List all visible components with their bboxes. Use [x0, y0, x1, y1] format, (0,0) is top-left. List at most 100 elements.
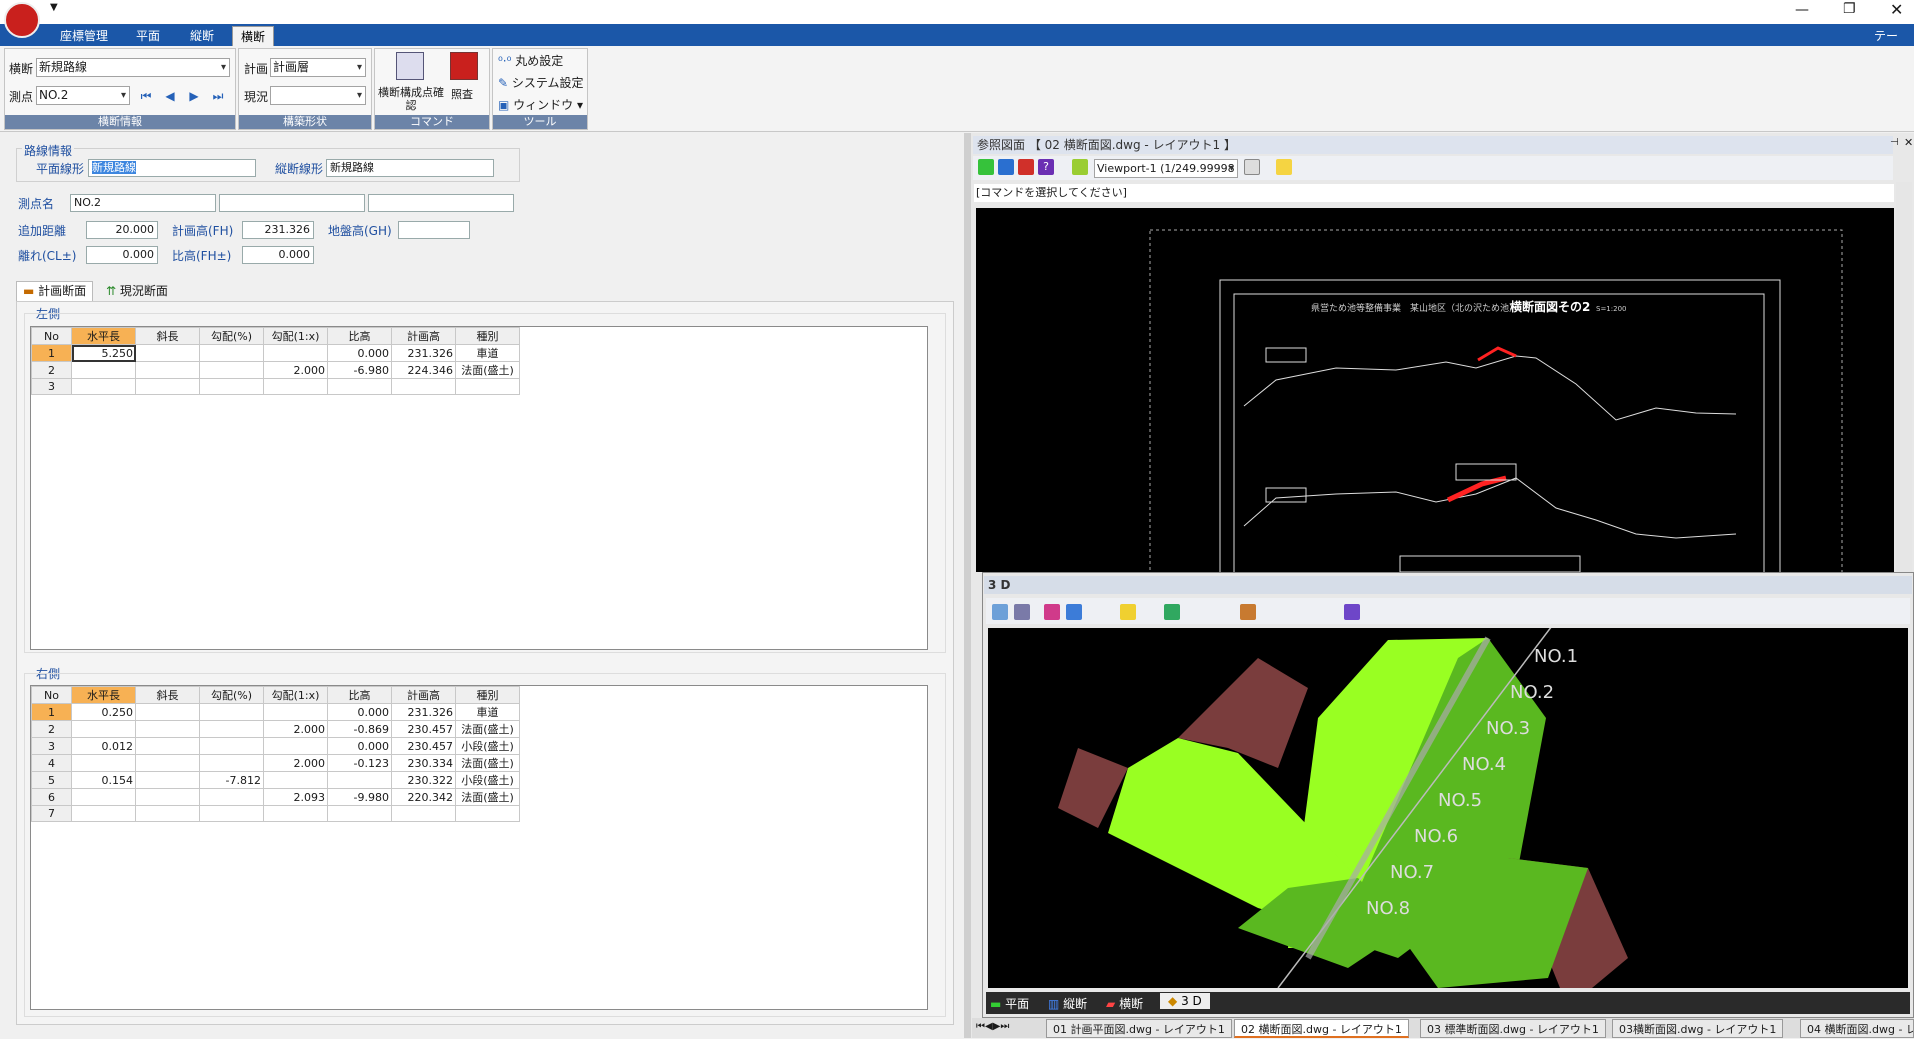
table-cell[interactable]: 法面(盛土): [455, 361, 520, 379]
cad-scrollbar[interactable]: [1896, 182, 1912, 572]
left-grid[interactable]: No 水平長 斜長 勾配(%) 勾配(1:x) 比高 計画高 種別 1 5.250 0.000 231…: [30, 326, 928, 650]
tab-profile[interactable]: 縦断: [182, 26, 222, 46]
view-tab-3d[interactable]: ◆ 3 D: [1160, 993, 1210, 1009]
column-header[interactable]: 水平長: [71, 686, 136, 704]
column-header[interactable]: 勾配(%): [199, 327, 264, 345]
table-cell[interactable]: [135, 361, 200, 379]
table-cell[interactable]: [135, 703, 200, 721]
tab-coordinates[interactable]: 座標管理: [52, 26, 116, 46]
fit-icon[interactable]: [1066, 604, 1082, 620]
row-number[interactable]: 2: [31, 361, 72, 379]
plan-alignment-field[interactable]: 新規路線: [88, 159, 256, 177]
table-row[interactable]: 2 2.000 -6.980 224.346 法面(盛土): [31, 361, 520, 379]
table-cell[interactable]: [135, 788, 200, 806]
table-cell[interactable]: 231.326: [391, 703, 456, 721]
page-icon[interactable]: [1244, 159, 1260, 175]
table-cell[interactable]: [199, 754, 264, 772]
theme-menu[interactable]: テーマ: [1866, 26, 1914, 63]
table-cell[interactable]: [263, 378, 328, 395]
check-icon[interactable]: [450, 52, 478, 80]
table-cell[interactable]: 230.322: [391, 771, 456, 789]
current-select[interactable]: [270, 86, 366, 105]
first-station-icon[interactable]: ⏮: [136, 87, 156, 105]
table-cell[interactable]: 230.457: [391, 720, 456, 738]
table-cell[interactable]: [327, 805, 392, 822]
table-cell[interactable]: 224.346: [391, 361, 456, 379]
ref-close-icon[interactable]: ✕: [1904, 136, 1913, 149]
tab-current-section[interactable]: ⇈ 現況断面: [100, 282, 174, 301]
right-table[interactable]: No 水平長 斜長 勾配(%) 勾配(1:x) 比高 計画高 種別 1 0.250 0.000 231…: [31, 686, 520, 822]
table-cell[interactable]: [199, 737, 264, 755]
check-button[interactable]: 照査: [451, 86, 473, 102]
table-cell[interactable]: [199, 805, 264, 822]
column-header[interactable]: 比高: [327, 686, 392, 704]
station-extra-field-2[interactable]: [368, 194, 514, 212]
table-cell[interactable]: [135, 720, 200, 738]
table-cell[interactable]: [327, 378, 392, 395]
column-header[interactable]: 種別: [455, 327, 520, 345]
table-cell[interactable]: [71, 754, 136, 772]
plan-view-icon[interactable]: [978, 159, 994, 175]
tab-plan[interactable]: 平面: [128, 26, 168, 46]
row-number[interactable]: 1: [31, 344, 72, 362]
table-cell[interactable]: [263, 703, 328, 721]
row-number[interactable]: 3: [31, 378, 72, 395]
table-row[interactable]: 1 0.250 0.000 231.326 車道: [31, 703, 520, 721]
table-cell[interactable]: 法面(盛土): [455, 754, 520, 772]
fh-field[interactable]: 231.326: [242, 221, 314, 239]
close-icon[interactable]: ✕: [1890, 0, 1903, 19]
table-cell[interactable]: [199, 344, 264, 362]
light-icon[interactable]: [1120, 604, 1136, 620]
table-cell[interactable]: [71, 361, 136, 379]
window-menu-button[interactable]: ▣ ウィンドウ ▾: [498, 96, 583, 113]
table-cell[interactable]: [135, 378, 200, 395]
tab-plan-section[interactable]: ▬ 計画断面: [16, 281, 94, 301]
minimize-icon[interactable]: —: [1795, 2, 1809, 18]
table-cell[interactable]: [199, 361, 264, 379]
table-cell[interactable]: [263, 737, 328, 755]
table-cell[interactable]: 231.326: [391, 344, 456, 362]
table-row[interactable]: 4 2.000 -0.123 230.334 法面(盛土): [31, 754, 520, 772]
table-cell[interactable]: 2.000: [263, 720, 328, 738]
right-grid[interactable]: No 水平長 斜長 勾配(%) 勾配(1:x) 比高 計画高 種別 1 0.250 0.000 231…: [30, 685, 928, 1010]
table-cell[interactable]: [135, 754, 200, 772]
column-header[interactable]: 勾配(%): [199, 686, 264, 704]
layer-icon[interactable]: [1072, 159, 1088, 175]
table-cell[interactable]: [199, 788, 264, 806]
add-distance-field[interactable]: 20.000: [86, 221, 158, 239]
station-extra-field-1[interactable]: [219, 194, 365, 212]
table-cell[interactable]: [263, 344, 328, 362]
table-cell[interactable]: -9.980: [327, 788, 392, 806]
table-cell[interactable]: [263, 805, 328, 822]
table-cell[interactable]: [391, 378, 456, 395]
column-header[interactable]: No: [31, 686, 72, 704]
row-number[interactable]: 1: [31, 703, 72, 721]
3d-canvas[interactable]: NO.1 NO.2 NO.3 NO.4 NO.5 NO.6 NO.7 NO.8: [988, 628, 1908, 988]
table-cell[interactable]: -0.123: [327, 754, 392, 772]
pin-icon[interactable]: ⊣: [1890, 137, 1899, 148]
left-table[interactable]: No 水平長 斜長 勾配(%) 勾配(1:x) 比高 計画高 種別 1 5.250 0.000 231…: [31, 327, 520, 395]
row-number[interactable]: 4: [31, 754, 72, 772]
cross-point-check-button[interactable]: 横断構成点確認: [378, 86, 444, 112]
cross-point-check-icon[interactable]: [396, 52, 424, 80]
table-cell[interactable]: 0.000: [327, 344, 392, 362]
table-cell[interactable]: [199, 703, 264, 721]
table-cell[interactable]: 2.000: [263, 361, 328, 379]
pan-icon[interactable]: [1014, 604, 1030, 620]
table-cell[interactable]: [263, 771, 328, 789]
row-number[interactable]: 3: [31, 737, 72, 755]
offset-field[interactable]: 0.000: [86, 246, 158, 264]
table-cell[interactable]: [135, 805, 200, 822]
viewport-select[interactable]: Viewport-1 (1/249.99998: [1094, 159, 1238, 178]
layout-nav-icons[interactable]: ⏮◀▶⏭: [976, 1021, 1009, 1032]
column-header[interactable]: No: [31, 327, 72, 345]
restore-icon[interactable]: ❐: [1843, 1, 1856, 17]
table-cell[interactable]: -6.980: [327, 361, 392, 379]
cursor-icon[interactable]: [1276, 159, 1292, 175]
table-cell[interactable]: -0.869: [327, 720, 392, 738]
table-cell[interactable]: 法面(盛土): [455, 720, 520, 738]
table-cell[interactable]: 車道: [455, 703, 520, 721]
column-header[interactable]: 計画高: [391, 327, 456, 345]
layout-tab[interactable]: 03 標準断面図.dwg - レイアウト1: [1420, 1019, 1606, 1038]
plan-layer-select[interactable]: 計画層: [270, 58, 366, 77]
